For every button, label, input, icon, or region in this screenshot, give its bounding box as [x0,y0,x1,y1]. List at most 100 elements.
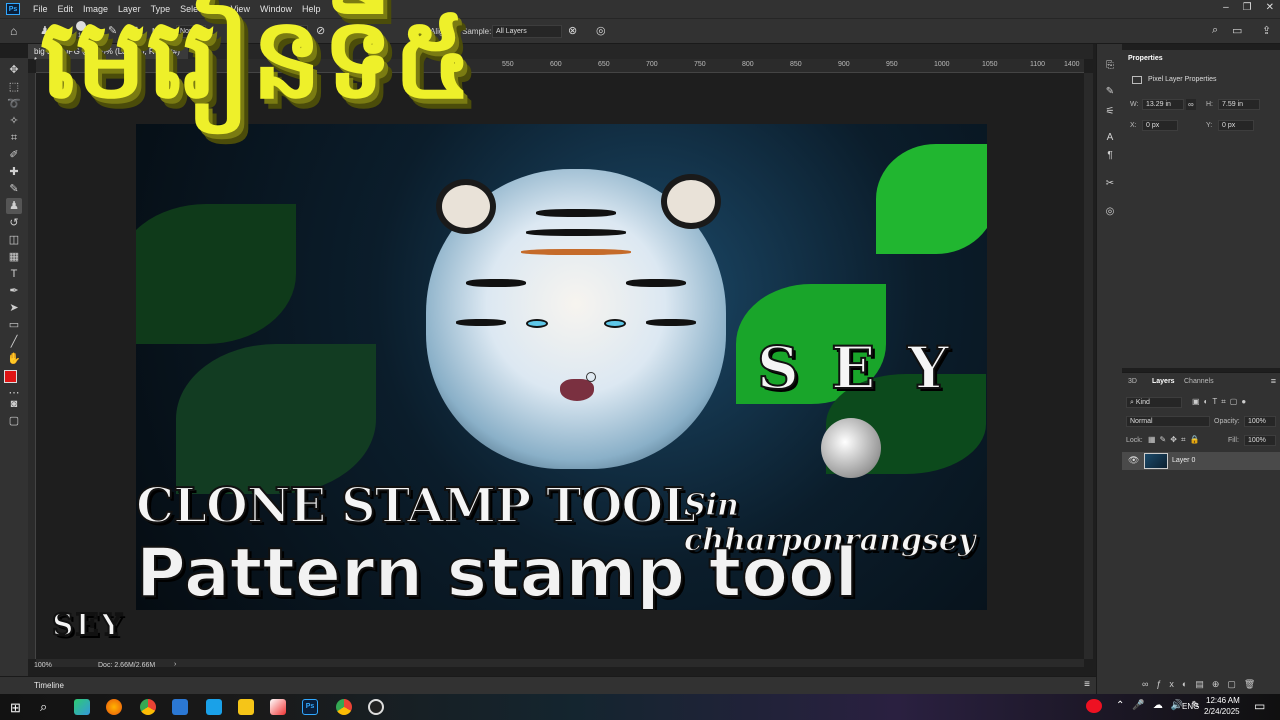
lock-label: Lock: [1126,437,1143,444]
pattern-stamp-title: Pattern stamp tool [136,533,859,610]
timeline-panel: Timeline ≡ [0,676,1096,694]
image-canvas[interactable]: S E Y Sin chharponrangsey CLONE STAMP TO… [136,124,987,610]
layer-row[interactable]: 👁 Layer 0 [1122,452,1280,470]
pressure-size-icon[interactable]: ◎ [596,24,606,37]
sample-select[interactable]: All Layers [492,25,562,38]
paragraph-panel-icon[interactable]: ¶ [1103,150,1117,164]
search-icon[interactable]: ⌕ [1212,24,1218,37]
width-field[interactable]: 13.29 in [1142,99,1184,110]
brush-tool-icon[interactable]: ✎ [6,181,22,197]
layer-name[interactable]: Layer 0 [1172,457,1195,464]
line-tool-icon[interactable]: ╱ [6,334,22,350]
healing-tool-icon[interactable]: ✚ [6,164,22,180]
mail-icon[interactable] [206,699,222,715]
home-icon[interactable]: ⌂ [10,24,17,38]
crop-tool-icon[interactable]: ⌗ [6,130,22,146]
corner-sey-logo: SEY [51,607,124,644]
marquee-tool-icon[interactable]: ⬚ [6,79,22,95]
edge-browser-icon[interactable] [74,699,90,715]
tab-3d[interactable]: 3D [1128,378,1137,385]
file-explorer-icon[interactable] [238,699,254,715]
clock-date[interactable]: 2/24/2025 [1204,707,1240,716]
screen-mode-icon[interactable]: ▢ [6,413,22,429]
layer-thumbnail [1144,453,1168,469]
store-icon[interactable] [172,699,188,715]
notification-center-icon[interactable]: ▭ [1254,699,1265,713]
type-tool-icon[interactable]: T [6,266,22,282]
layer-actions-bar[interactable]: ∞ƒx◐▤⊕▢🗑 [1142,679,1263,690]
foreground-color-swatch[interactable] [4,370,17,383]
tab-layers[interactable]: Layers [1152,378,1175,385]
chrome-icon[interactable] [140,699,156,715]
clone-stamp-tool-icon[interactable]: ♟ [6,198,22,214]
restore-icon[interactable]: ❐ [1243,2,1252,13]
y-field[interactable]: 0 px [1218,120,1254,131]
tiger-stripe [526,229,626,236]
ruler-tick: 900 [838,61,850,68]
layers-menu-icon[interactable]: ≡ [1271,376,1276,386]
ignore-adjustment-icon[interactable]: ⊗ [568,24,577,37]
filter-icons[interactable]: ▣◐T⌗▢● [1192,397,1250,407]
fill-field[interactable]: 100% [1244,435,1276,446]
tab-channels[interactable]: Channels [1184,378,1214,385]
adjustments-panel-icon[interactable]: ⚟ [1103,106,1117,120]
layer-opacity-field[interactable]: 100% [1244,416,1276,427]
share-icon[interactable]: ⇪ [1262,24,1271,37]
windows-taskbar: ⊞ ⌕ Ps ⌃🎤☁🔊✎ ENG 12:46 AM 2/24/2025 ▭ [0,694,1280,720]
lock-icons[interactable]: ▦✎✥⌗🔒 [1148,435,1203,445]
clone-source-panel-icon[interactable]: ◎ [1103,206,1117,220]
quick-mask-icon[interactable]: ◙ [6,396,22,412]
ruler-tick: 1050 [982,61,998,68]
x-field[interactable]: 0 px [1142,120,1178,131]
history-panel-icon[interactable]: ⎘ [1103,60,1117,74]
link-icon[interactable]: ∞ [1186,99,1196,110]
firefox-icon[interactable] [106,699,122,715]
photoshop-taskbar-icon[interactable]: Ps [302,699,318,715]
vertical-scrollbar[interactable] [1084,73,1093,659]
language-indicator[interactable]: ENG [1182,702,1199,711]
status-expand-icon[interactable]: › [174,661,176,668]
brush-panel-icon[interactable]: ✎ [1103,86,1117,100]
eyedropper-tool-icon[interactable]: ✐ [6,147,22,163]
notification-badge-icon[interactable] [1086,699,1102,713]
globe-icon [821,418,881,478]
character-panel-icon[interactable]: A [1103,132,1117,146]
ruler-tick: 950 [886,61,898,68]
windows-start-icon[interactable]: ⊞ [10,700,21,716]
height-label: H: [1206,101,1213,108]
chrome-profile-icon[interactable] [336,699,352,715]
layer-filter-select[interactable]: ⌕ Kind [1126,397,1182,408]
app-icon[interactable] [270,699,286,715]
pen-tool-icon[interactable]: ✒ [6,283,22,299]
panel-menu-icon[interactable]: ≡ [1084,679,1090,690]
panel-icon-strip: ⎘ ✎ ⚟ A ¶ ✂ ◎ [1096,44,1122,694]
clock-time[interactable]: 12:46 AM [1206,696,1240,705]
search-taskbar-icon[interactable]: ⌕ [40,699,47,715]
properties-tab[interactable]: Properties [1128,55,1163,62]
ruler-tick: 550 [502,61,514,68]
lasso-tool-icon[interactable]: ➰ [6,96,22,112]
hand-tool-icon[interactable]: ✋ [6,351,22,367]
shape-tool-icon[interactable]: ▭ [6,317,22,333]
gradient-tool-icon[interactable]: ▦ [6,249,22,265]
path-select-tool-icon[interactable]: ➤ [6,300,22,316]
timeline-tab[interactable]: Timeline [34,681,64,690]
minimize-icon[interactable]: – [1223,2,1229,13]
move-tool-icon[interactable]: ✥ [6,62,22,78]
obs-icon[interactable] [368,699,384,715]
tool-presets-icon[interactable]: ✂ [1103,178,1117,192]
visibility-eye-icon[interactable]: 👁 [1128,455,1139,466]
ruler-tick: 1100 [1030,61,1046,68]
close-icon[interactable]: ✕ [1266,2,1274,13]
eraser-tool-icon[interactable]: ◫ [6,232,22,248]
doc-size: Doc: 2.66M/2.66M [98,662,156,669]
tiger-head [426,169,726,469]
workspace-icon[interactable]: ▭ [1232,24,1242,37]
height-field[interactable]: 7.59 in [1218,99,1260,110]
khmer-lesson-title: មេរៀនទី៥ [40,0,473,124]
blend-mode-select[interactable]: Normal [1126,416,1210,427]
zoom-level[interactable]: 100% [34,662,52,669]
quick-select-tool-icon[interactable]: ✧ [6,113,22,129]
history-brush-tool-icon[interactable]: ↺ [6,215,22,231]
width-label: W: [1130,101,1139,108]
